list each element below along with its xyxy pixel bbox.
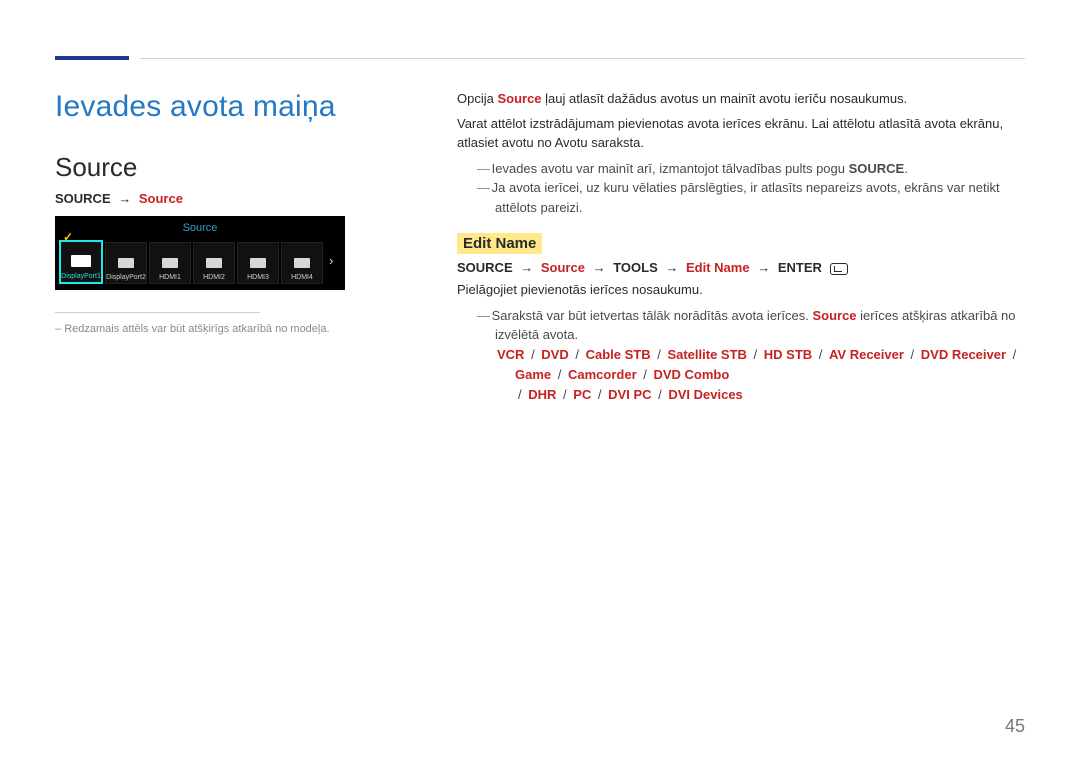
option-value: DVD Receiver <box>921 347 1006 362</box>
tile-label: HDMI1 <box>159 274 181 281</box>
source-tile-hdmi1[interactable]: HDMI1 <box>149 242 191 284</box>
figure-footnote: Redzamais attēls var būt atšķirīgs atkar… <box>55 323 439 335</box>
arrow-icon: → <box>665 260 678 275</box>
intro-paragraph-2: Varat attēlot izstrādājumam pievienotas … <box>457 115 1025 153</box>
tile-label: HDMI4 <box>291 274 313 281</box>
arrow-icon: → <box>118 191 131 206</box>
option-value: DHR <box>528 387 556 402</box>
figure-header: Source <box>55 220 345 240</box>
separator: / <box>640 367 651 382</box>
text: . <box>904 161 908 176</box>
left-column: Ievades avota maiņa Source SOURCE → Sour… <box>55 90 457 415</box>
tile-label: HDMI2 <box>203 274 225 281</box>
source-tile-hdmi4[interactable]: HDMI4 <box>281 242 323 284</box>
source-tile-hdmi2[interactable]: HDMI2 <box>193 242 235 284</box>
port-icon <box>294 258 310 268</box>
text: Ja avota ierīcei, uz kuru vēlaties pārsl… <box>492 180 1000 215</box>
port-icon <box>206 258 222 268</box>
tile-label: DisplayPort1 <box>61 273 101 280</box>
text: ļauj atlasīt dažādus avotus un mainīt av… <box>542 91 908 106</box>
option-value: DVD <box>541 347 568 362</box>
option-value: DVI Devices <box>668 387 742 402</box>
separator: / <box>1009 347 1016 362</box>
text: Ievades avotu var mainīt arī, izmantojot… <box>492 161 849 176</box>
intro-notes: Ievades avotu var mainīt arī, izmantojot… <box>457 159 1025 218</box>
option-value: Camcorder <box>568 367 637 382</box>
edit-name-desc: Pielāgojiet pievienotās ierīces nosaukum… <box>457 281 1025 300</box>
arrow-icon: → <box>757 260 770 275</box>
option-value: Cable STB <box>586 347 651 362</box>
option-value: Game <box>515 367 551 382</box>
separator: / <box>554 367 565 382</box>
separator: / <box>527 347 538 362</box>
text-bold: SOURCE <box>849 161 905 176</box>
source-tiles-row: DisplayPort1 DisplayPort2 HDMI1 HDMI2 HD… <box>55 240 345 284</box>
note-item: Ja avota ierīcei, uz kuru vēlaties pārsl… <box>477 178 1025 217</box>
separator: / <box>815 347 826 362</box>
arrow-icon: → <box>593 260 606 275</box>
path-part-highlight: Source <box>139 191 183 206</box>
port-icon <box>71 255 91 267</box>
source-tile-hdmi3[interactable]: HDMI3 <box>237 242 279 284</box>
option-value: DVI PC <box>608 387 651 402</box>
term-highlight: Source <box>497 91 541 106</box>
path-part-highlight: Edit Name <box>686 260 750 275</box>
source-figure: Source DisplayPort1 DisplayPort2 HDMI1 H… <box>55 216 345 290</box>
tile-label: DisplayPort2 <box>106 274 146 281</box>
separator: / <box>518 387 525 402</box>
port-icon <box>118 258 134 268</box>
source-tile-displayport1[interactable]: DisplayPort1 <box>59 240 103 284</box>
option-value: DVD Combo <box>653 367 729 382</box>
separator: / <box>572 347 583 362</box>
option-value: VCR <box>497 347 524 362</box>
path-part-highlight: Source <box>541 260 585 275</box>
text: Sarakstā var būt ietvertas tālāk norādīt… <box>492 308 813 323</box>
enter-icon <box>830 263 848 275</box>
top-rule-accent <box>55 56 129 60</box>
term-highlight: Source <box>812 308 856 323</box>
chapter-title: Ievades avota maiņa <box>55 90 439 124</box>
path-part: SOURCE <box>55 191 111 206</box>
source-path: SOURCE → Source <box>55 191 439 206</box>
edit-name-notes: Sarakstā var būt ietvertas tālāk norādīt… <box>457 306 1025 405</box>
arrow-icon: → <box>520 260 533 275</box>
right-column: Opcija Source ļauj atlasīt dažādus avotu… <box>457 90 1025 415</box>
separator: / <box>594 387 605 402</box>
divider <box>55 312 260 313</box>
intro-paragraph-1: Opcija Source ļauj atlasīt dažādus avotu… <box>457 90 1025 109</box>
port-icon <box>250 258 266 268</box>
source-tile-displayport2[interactable]: DisplayPort2 <box>105 242 147 284</box>
separator: / <box>750 347 761 362</box>
page-number: 45 <box>1005 716 1025 737</box>
separator: / <box>655 387 666 402</box>
separator: / <box>654 347 665 362</box>
text: Opcija <box>457 91 497 106</box>
option-value: HD STB <box>764 347 812 362</box>
section-title: Source <box>55 152 439 183</box>
option-value: PC <box>573 387 591 402</box>
edit-name-path: SOURCE → Source → TOOLS → Edit Name → EN… <box>457 260 1025 275</box>
port-icon <box>162 258 178 268</box>
option-value: Satellite STB <box>667 347 746 362</box>
separator: / <box>907 347 918 362</box>
chevron-right-icon[interactable]: › <box>325 253 337 272</box>
path-part: TOOLS <box>613 260 658 275</box>
separator: / <box>559 387 570 402</box>
page-content: Ievades avota maiņa Source SOURCE → Sour… <box>55 90 1025 415</box>
edit-name-options: VCR / DVD / Cable STB / Satellite STB / … <box>495 345 1025 405</box>
option-value: AV Receiver <box>829 347 904 362</box>
top-rule <box>140 58 1025 59</box>
path-part: ENTER <box>778 260 822 275</box>
tile-label: HDMI3 <box>247 274 269 281</box>
note-item: Ievades avotu var mainīt arī, izmantojot… <box>477 159 1025 179</box>
note-item: Sarakstā var būt ietvertas tālāk norādīt… <box>477 306 1025 405</box>
path-part: SOURCE <box>457 260 513 275</box>
edit-name-heading: Edit Name <box>457 233 542 254</box>
